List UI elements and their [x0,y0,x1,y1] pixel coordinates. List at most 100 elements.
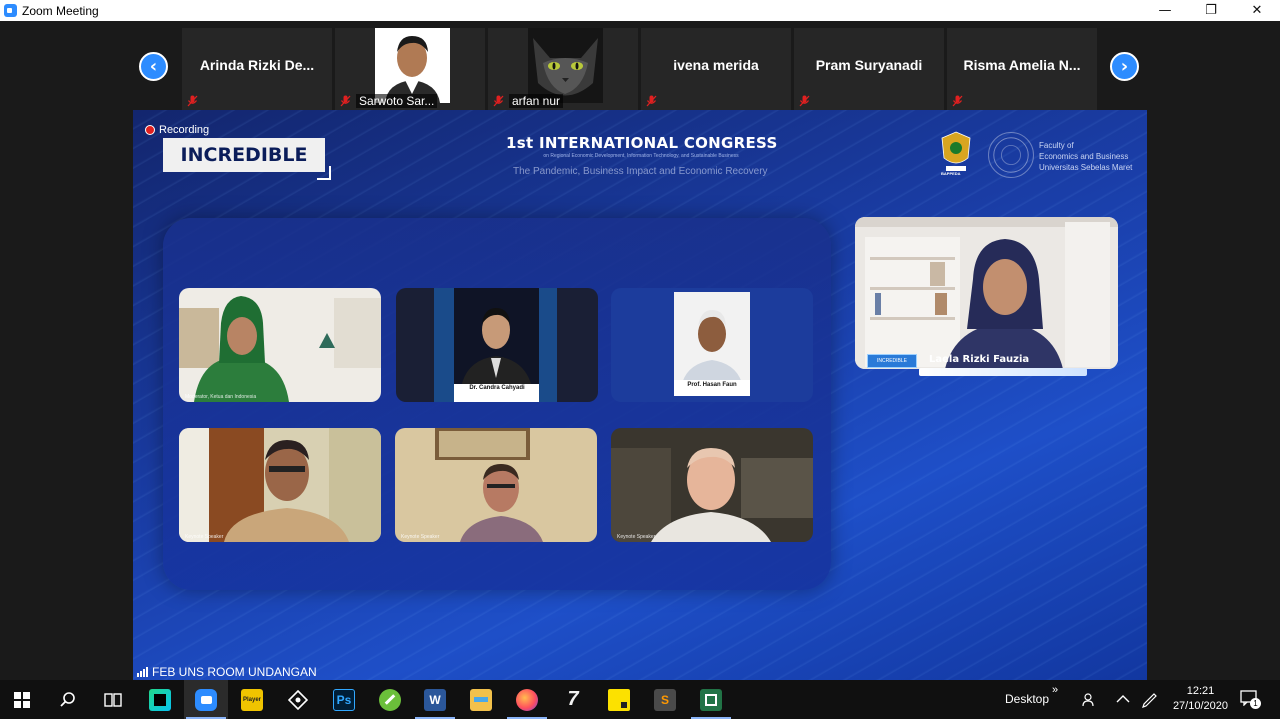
speaker-image [395,428,597,542]
taskbar-app-7zip[interactable]: 7 [551,680,595,719]
notification-center-button[interactable]: 1 [1240,690,1261,709]
speaker-video: Keynote Speaker [395,428,597,542]
host-name: Laela Rizki Fauzia [929,354,1030,365]
notification-badge: 1 [1250,698,1261,709]
close-button[interactable]: ✕ [1234,0,1280,21]
clock[interactable]: 12:21 27/10/2020 [1173,684,1228,714]
taskbar-app-word[interactable]: W [413,680,457,719]
participant-tile[interactable]: Risma Amelia N... [947,28,1097,110]
excel-icon [700,688,722,711]
participant-name: Arinda Rizki De... [199,57,315,73]
previous-page-button[interactable]: ‹ [139,52,168,81]
participant-name: ivena merida [673,57,759,73]
participant-name: arfan nur [509,94,564,108]
people-icon[interactable] [1082,692,1098,708]
chevron-up-icon[interactable] [1116,694,1130,704]
muted-mic-icon [646,95,657,107]
congress-theme: The Pandemic, Business Impact and Econom… [513,166,768,177]
bappeda-label: BAPPEDA [941,171,961,176]
folder-icon [470,688,492,711]
active-speaker-video[interactable]: Recording INCREDIBLE 1st INTERNATIONAL C… [133,110,1147,680]
host-video [855,217,1118,369]
word-icon: W [424,688,446,711]
muted-mic-icon [187,95,198,107]
brand-corner-decoration [317,166,331,180]
search-icon [60,691,75,707]
participant-name: Pram Suryanadi [815,57,923,73]
recording-label: Recording [159,124,210,136]
room-label: FEB UNS ROOM UNDANGAN [133,663,317,680]
participant-photo [528,28,603,103]
sticky-notes-icon [608,688,630,711]
muted-mic-icon [799,95,810,107]
speaker-caption: Prof. Hasan Faun [687,382,737,388]
zoom-app-icon [4,4,17,17]
record-icon [145,125,155,135]
photoshop-icon: Ps [333,688,355,711]
minimize-button[interactable]: — [1142,0,1188,21]
title-bar: Zoom Meeting — ❐ ✕ [0,0,1280,21]
taskbar-app-sticky-notes[interactable] [597,680,641,719]
firefox-icon [516,688,538,711]
git-icon [288,689,308,710]
sublime-text-icon: S [654,688,676,711]
pen-icon[interactable] [1141,691,1159,709]
taskbar-app-excel[interactable] [689,680,733,719]
host-name-bar [919,368,1087,376]
speaker-video: Moderator, Ketua dan Indonesia [179,288,381,402]
kmplayer-icon: Player [241,688,263,711]
recording-indicator[interactable]: Recording [145,124,209,136]
taskbar-app-photoshop[interactable]: Ps [322,680,366,719]
taskbar-app-greenshot[interactable] [368,680,412,719]
taskbar-app-zoom[interactable] [184,680,228,719]
task-view-button[interactable] [91,680,135,719]
congress-subtitle: on Regional Economic Development, Inform… [543,153,739,159]
participant-tile[interactable]: Pram Suryanadi [794,28,944,110]
clock-time: 12:21 [1186,685,1215,697]
desktop-toolbar[interactable]: Desktop [1005,692,1049,706]
faculty-line: Universitas Sebelas Maret [1039,163,1133,172]
start-button[interactable] [0,680,44,719]
windows-taskbar: Player Ps W 7 S Desktop » 12:21 27/10/20… [0,680,1280,719]
participant-photo [375,28,450,103]
taskbar-app-file-explorer[interactable] [459,680,503,719]
zoom-icon [195,688,217,711]
brand-logo: INCREDIBLE [163,138,325,172]
taskbar-app-pycharm[interactable] [138,680,182,719]
speaker-video: Dr. Candra Cahyadi [396,288,598,402]
participant-name: Risma Amelia N... [963,57,1081,73]
taskbar-app-kmplayer[interactable]: Player [230,680,274,719]
taskbar-app-sublime-text[interactable]: S [643,680,687,719]
host-image [855,217,1118,369]
speaker-video: Prof. Hasan Faun [611,288,813,402]
speaker-video: Keynote Speaker [611,428,813,542]
taskbar-app-firefox[interactable] [505,680,549,719]
speaker-caption: Moderator, Ketua dan Indonesia [185,394,257,400]
task-view-icon [104,692,122,707]
restore-button[interactable]: ❐ [1188,0,1234,21]
muted-mic-icon [952,95,963,107]
speaker-caption: Dr. Candra Cahyadi [469,385,525,391]
speaker-caption: Keynote Speaker [401,534,440,540]
participant-tile[interactable]: arfan nur [488,28,638,110]
speaker-image [179,428,381,542]
next-page-button[interactable]: › [1110,52,1139,81]
participant-tile[interactable]: Sarwoto Sar... [335,28,485,110]
speaker-image [611,428,813,542]
faculty-line: Economics and Business [1039,152,1129,161]
signal-strength-icon [137,666,148,677]
windows-logo-icon [14,691,30,708]
host-brand-logo: INCREDIBLE [867,354,917,368]
room-name: FEB UNS ROOM UNDANGAN [152,664,317,679]
clock-date: 27/10/2020 [1172,700,1228,712]
participant-name: Sarwoto Sar... [356,94,438,108]
uns-logo-icon [988,132,1034,178]
taskbar-app-git[interactable] [276,680,320,719]
7zip-icon: 7 [567,688,579,710]
participant-tile[interactable]: ivena merida [641,28,791,110]
bappeda-logo-icon [941,131,971,171]
participant-tile[interactable]: Arinda Rizki De... [182,28,332,110]
toolbar-expand-icon[interactable]: » [1052,684,1058,696]
search-button[interactable] [46,680,90,719]
muted-mic-icon [340,95,351,107]
